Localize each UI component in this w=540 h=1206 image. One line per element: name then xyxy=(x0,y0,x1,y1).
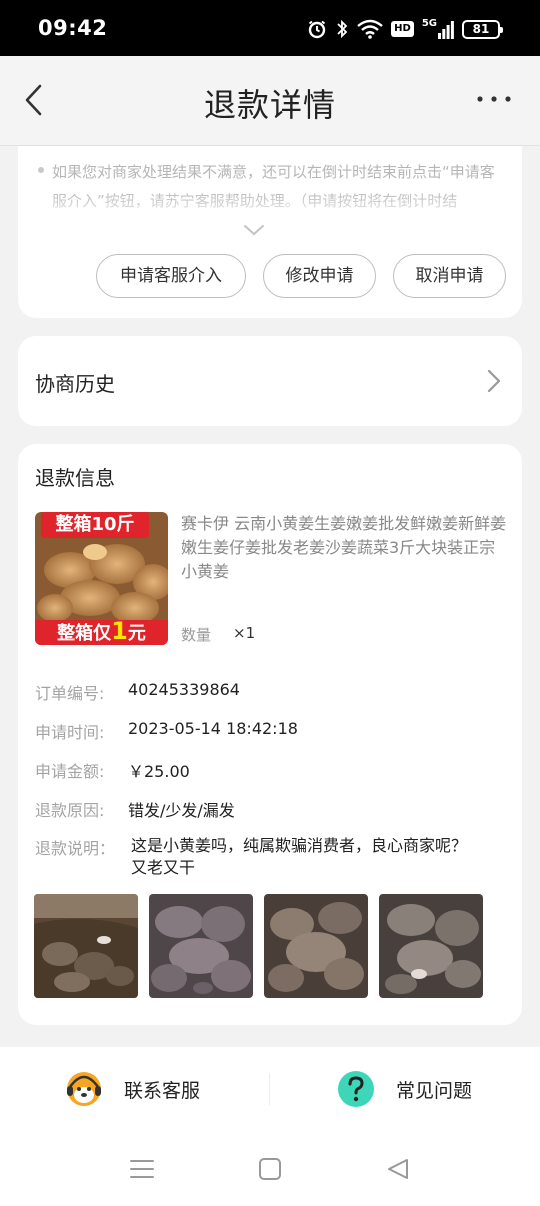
cancel-request-button[interactable]: 取消申请 xyxy=(393,254,506,298)
wifi-icon xyxy=(357,19,383,39)
chevron-right-icon xyxy=(487,369,501,393)
modify-request-button[interactable]: 修改申请 xyxy=(263,254,376,298)
refund-reason-label: 退款原因: xyxy=(35,801,105,820)
back-triangle-icon[interactable] xyxy=(384,1155,412,1183)
faq-label: 常见问题 xyxy=(396,1079,473,1102)
apply-time-label: 申请时间: xyxy=(35,723,105,742)
quantity-label: 数量 xyxy=(181,626,212,644)
refund-description-label: 退款说明： xyxy=(35,839,116,858)
system-nav-bar xyxy=(0,1131,540,1206)
page-title: 退款详情 xyxy=(203,86,336,124)
status-icons: HD 5G 81 xyxy=(307,18,503,40)
refund-info-card: 退款信息 整箱10斤 整箱仅1元 赛卡伊 云南小黄姜生姜嫩姜批发鲜嫩姜新鲜姜嫩生… xyxy=(18,444,522,1025)
evidence-photo[interactable] xyxy=(379,894,483,998)
customer-service-avatar-icon xyxy=(67,1072,101,1106)
order-number-value: 40245339864 xyxy=(128,680,240,699)
bottom-divider xyxy=(269,1073,270,1105)
apply-amount-label: 申请金额: xyxy=(35,762,105,781)
banner-top-text: 整箱10斤 xyxy=(55,514,135,535)
notice-card: 如果您对商家处理结果不满意，还可以在倒计时结束前点击“申请客服介入”按钮，请苏宁… xyxy=(18,146,522,318)
product-image[interactable]: 整箱10斤 整箱仅1元 xyxy=(35,512,168,645)
signal-5g-icon: 5G xyxy=(422,19,454,39)
banner-bottom-suffix: 元 xyxy=(127,623,146,644)
evidence-photo[interactable] xyxy=(34,894,138,998)
evidence-photo[interactable] xyxy=(264,894,368,998)
evidence-photo[interactable] xyxy=(149,894,253,998)
refund-reason-value: 错发/少发/漏发 xyxy=(128,801,235,820)
menu-icon[interactable] xyxy=(128,1155,156,1183)
apply-service-button[interactable]: 申请客服介入 xyxy=(96,254,246,298)
banner-bottom-prefix: 整箱仅 xyxy=(57,623,112,644)
contact-service-button[interactable]: 联系客服 xyxy=(64,1067,200,1111)
banner-bottom-number: 1 xyxy=(111,617,128,645)
alarm-icon xyxy=(308,20,326,39)
bluetooth-icon xyxy=(337,19,348,39)
more-dots-icon[interactable] xyxy=(474,84,514,114)
status-bar: 09:42 HD 5G 81 xyxy=(0,0,540,56)
page-header: 退款详情 xyxy=(0,56,540,146)
apply-amount-value: ￥25.00 xyxy=(128,762,190,781)
refund-description-value: 这是小黄姜吗，纯属欺骗消费者，良心商家呢？又老又干 xyxy=(131,836,468,877)
bullet-dot xyxy=(38,167,44,173)
chevron-down-icon[interactable] xyxy=(242,222,266,238)
notice-fade xyxy=(18,190,522,220)
contact-service-label: 联系客服 xyxy=(124,1079,201,1102)
banner-bottom: 整箱仅1元 xyxy=(35,616,168,645)
question-icon xyxy=(338,1071,374,1107)
product-name[interactable]: 赛卡伊 云南小黄姜生姜嫩姜批发鲜嫩姜新鲜姜嫩生姜仔姜批发老姜沙姜蔬菜3斤大块装正… xyxy=(181,512,511,584)
negotiation-history-row[interactable]: 协商历史 xyxy=(18,336,522,426)
bottom-action-bar: 联系客服 常见问题 xyxy=(0,1047,540,1131)
quantity-value: ×1 xyxy=(233,624,256,642)
refund-info-title: 退款信息 xyxy=(35,466,115,490)
status-time: 09:42 xyxy=(38,16,108,40)
home-icon[interactable] xyxy=(256,1155,284,1183)
apply-time-value: 2023-05-14 18:42:18 xyxy=(128,719,298,738)
network-type: 5G xyxy=(421,18,437,29)
order-number-label: 订单编号: xyxy=(35,684,105,703)
hd-icon: HD xyxy=(391,21,414,37)
history-label: 协商历史 xyxy=(35,372,115,396)
battery-icon: 81 xyxy=(462,19,503,39)
faq-button[interactable]: 常见问题 xyxy=(336,1067,472,1111)
